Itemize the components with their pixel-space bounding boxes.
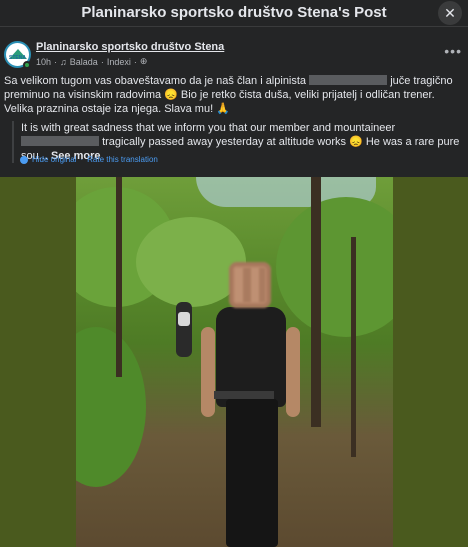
post-dialog-header: Planinarsko sportsko društvo Stena's Pos… <box>0 0 468 27</box>
translation-part1: It is with great sadness that we inform … <box>21 122 396 134</box>
translation-links: Hide original · Rate this translation <box>20 155 158 164</box>
foliage <box>276 197 393 337</box>
separator-dot: · <box>80 155 84 164</box>
more-options-icon[interactable]: ••• <box>444 43 462 59</box>
separator-dot: · <box>100 56 104 67</box>
redacted-name <box>309 75 388 85</box>
foliage <box>76 327 146 487</box>
post-photo[interactable] <box>76 177 393 547</box>
person-arm <box>286 327 300 417</box>
tree-trunk <box>311 177 321 427</box>
redacted-name <box>21 136 99 146</box>
music-note-icon: ♫ <box>60 56 67 67</box>
person-belt <box>214 391 274 399</box>
blurred-face <box>229 262 271 308</box>
post-text-part1: Sa velikom tugom vas obaveštavamo da je … <box>4 75 307 87</box>
globe-icon: ⊕ <box>139 56 148 66</box>
hide-original-link[interactable]: Hide original <box>32 155 76 164</box>
online-status-dot <box>23 61 31 69</box>
person-arm <box>201 327 215 417</box>
post-time[interactable]: 10h <box>36 57 51 67</box>
music-title[interactable]: Balada <box>70 57 98 67</box>
rate-translation-link[interactable]: Rate this translation <box>87 155 158 164</box>
page-name-link[interactable]: Planinarsko sportsko društvo Stena <box>36 41 224 53</box>
music-artist[interactable]: Indexi <box>107 57 131 67</box>
post-meta: 10h · ♫ Balada · Indexi · ⊕ <box>36 56 147 67</box>
post-body-text: Sa velikom tugom vas obaveštavamo da je … <box>4 74 464 116</box>
tree-trunk <box>116 177 122 377</box>
separator-dot: · <box>54 56 58 67</box>
close-icon[interactable]: ✕ <box>438 1 462 25</box>
photo-container <box>0 177 468 547</box>
tree-trunk <box>351 237 356 457</box>
post-header: STENA Planinarsko sportsko društvo Stena… <box>4 41 464 71</box>
hiker-background <box>176 302 192 357</box>
dialog-title: Planinarsko sportsko društvo Stena's Pos… <box>81 4 387 21</box>
hiker-backpack <box>178 312 190 326</box>
translate-icon <box>20 155 28 164</box>
separator-dot: · <box>133 56 137 67</box>
person-legs <box>226 399 278 547</box>
